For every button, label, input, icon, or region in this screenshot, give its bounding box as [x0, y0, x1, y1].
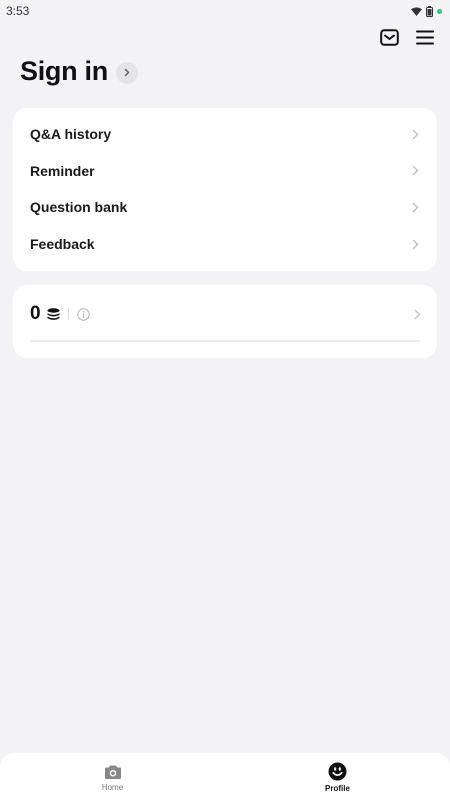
inbox-icon: [379, 28, 399, 46]
menu-item-label: Reminder: [30, 162, 95, 179]
tab-home[interactable]: Home: [0, 753, 225, 800]
menu-item-reminder[interactable]: Reminder: [13, 153, 437, 190]
tab-label: Home: [101, 782, 124, 792]
tab-label: Profile: [325, 784, 350, 793]
inbox-button[interactable]: [378, 26, 400, 48]
menu-item-qa-history[interactable]: Q&A history: [13, 116, 437, 153]
chevron-right-icon: [412, 202, 419, 213]
chevron-right-icon: [412, 239, 419, 249]
coin-stack-icon: [47, 307, 60, 320]
points-divider: [67, 308, 69, 320]
status-dot: [437, 8, 442, 14]
menu-item-question-bank[interactable]: Question bank: [13, 189, 437, 226]
info-icon[interactable]: [76, 307, 90, 321]
tab-profile[interactable]: Profile: [225, 753, 450, 800]
chevron-right-icon: [412, 129, 419, 140]
points-value: 0: [30, 303, 41, 324]
chevron-right-icon: [412, 166, 419, 176]
wifi-icon: [411, 6, 422, 16]
points-row[interactable]: 0: [30, 302, 421, 326]
battery-icon: [426, 5, 433, 17]
tab-bar: Home Profile: [0, 753, 450, 800]
top-actions: [378, 26, 436, 48]
menu-button[interactable]: [414, 26, 436, 48]
menu-item-label: Q&A history: [30, 126, 112, 143]
chevron-right-icon: [115, 61, 138, 84]
menu-card: Q&A history Reminder Question bank Feedb…: [13, 108, 437, 271]
chevron-right-icon: [414, 309, 421, 319]
menu-item-label: Feedback: [30, 236, 95, 253]
points-progress-track: [30, 340, 420, 342]
camera-icon: [104, 765, 121, 779]
page-title: Sign in: [20, 56, 108, 86]
status-icons: [411, 5, 442, 17]
hamburger-icon: [416, 30, 434, 44]
status-time: 3:53: [6, 4, 30, 18]
menu-item-feedback[interactable]: Feedback: [13, 226, 437, 263]
smiley-icon: [328, 762, 347, 781]
menu-item-label: Question bank: [30, 199, 128, 216]
status-bar: 3:53: [0, 0, 450, 22]
sign-in-button[interactable]: Sign in: [20, 56, 138, 87]
points-card: 0: [13, 285, 437, 358]
